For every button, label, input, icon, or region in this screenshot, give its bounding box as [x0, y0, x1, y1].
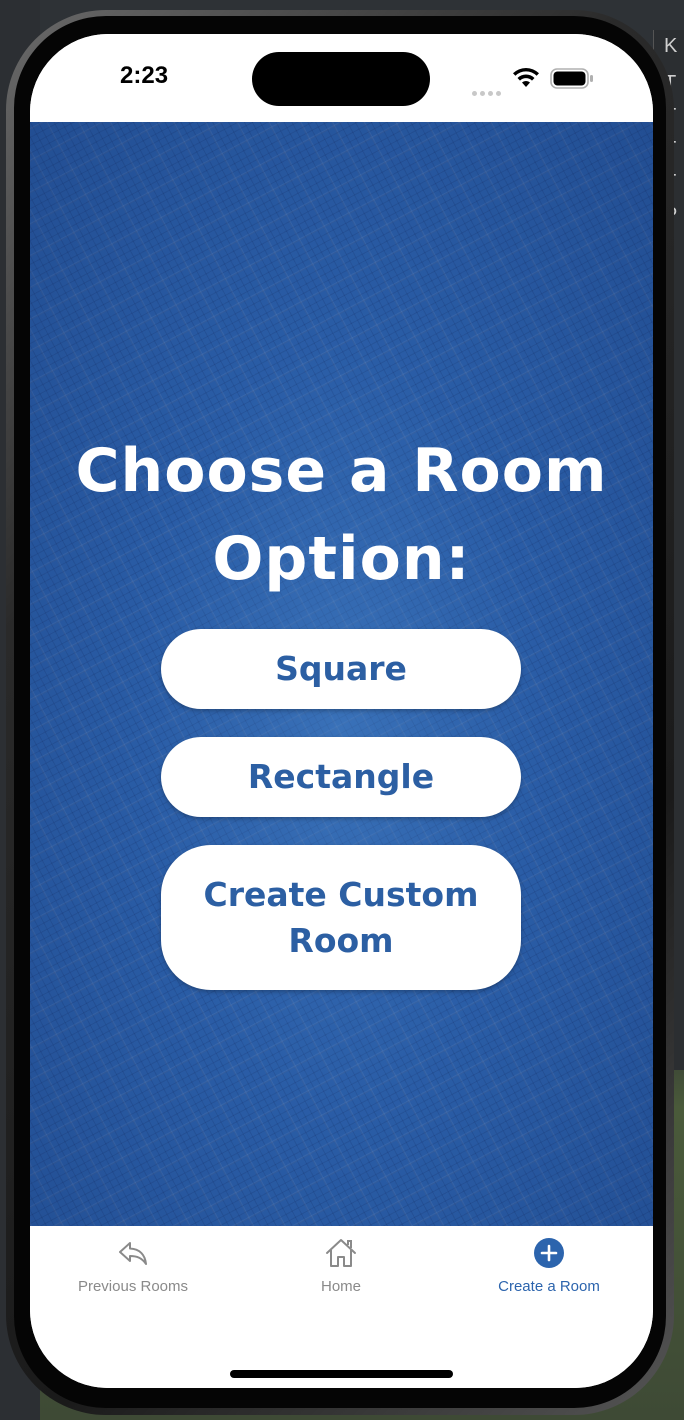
tab-label: Create a Room	[498, 1278, 600, 1295]
tab-label: Previous Rooms	[77, 1278, 189, 1295]
create-custom-room-button[interactable]: Create Custom Room	[161, 845, 521, 990]
phone-screen: 2:23 Choose a Room Option: Square Rectan…	[30, 34, 653, 1388]
page-title: Choose a Room Option:	[70, 427, 613, 603]
wifi-icon	[513, 67, 539, 87]
plus-circle-icon	[534, 1238, 564, 1268]
page-title-line-1: Choose a Room	[75, 436, 608, 506]
page-title-line-2: Option:	[212, 524, 471, 594]
tab-create-a-room[interactable]: Create a Room	[449, 1236, 649, 1306]
reply-arrow-icon	[119, 1242, 147, 1265]
status-time: 2:23	[120, 62, 169, 89]
dynamic-island	[252, 52, 430, 106]
tab-label: Home	[320, 1278, 361, 1295]
status-bar: 2:23	[30, 34, 653, 122]
square-button[interactable]: Square	[161, 629, 521, 709]
rectangle-button[interactable]: Rectangle	[161, 737, 521, 817]
cellular-signal-icon	[472, 81, 504, 96]
tab-bar: Previous Rooms Home Create a Room	[30, 1226, 653, 1388]
battery-icon	[550, 68, 593, 89]
blueprint-background: Choose a Room Option: Square Rectangle C…	[30, 122, 653, 1226]
tab-previous-rooms[interactable]: Previous Rooms	[33, 1236, 233, 1306]
home-icon	[326, 1239, 356, 1267]
tab-home[interactable]: Home	[241, 1236, 441, 1306]
home-indicator	[230, 1370, 453, 1378]
